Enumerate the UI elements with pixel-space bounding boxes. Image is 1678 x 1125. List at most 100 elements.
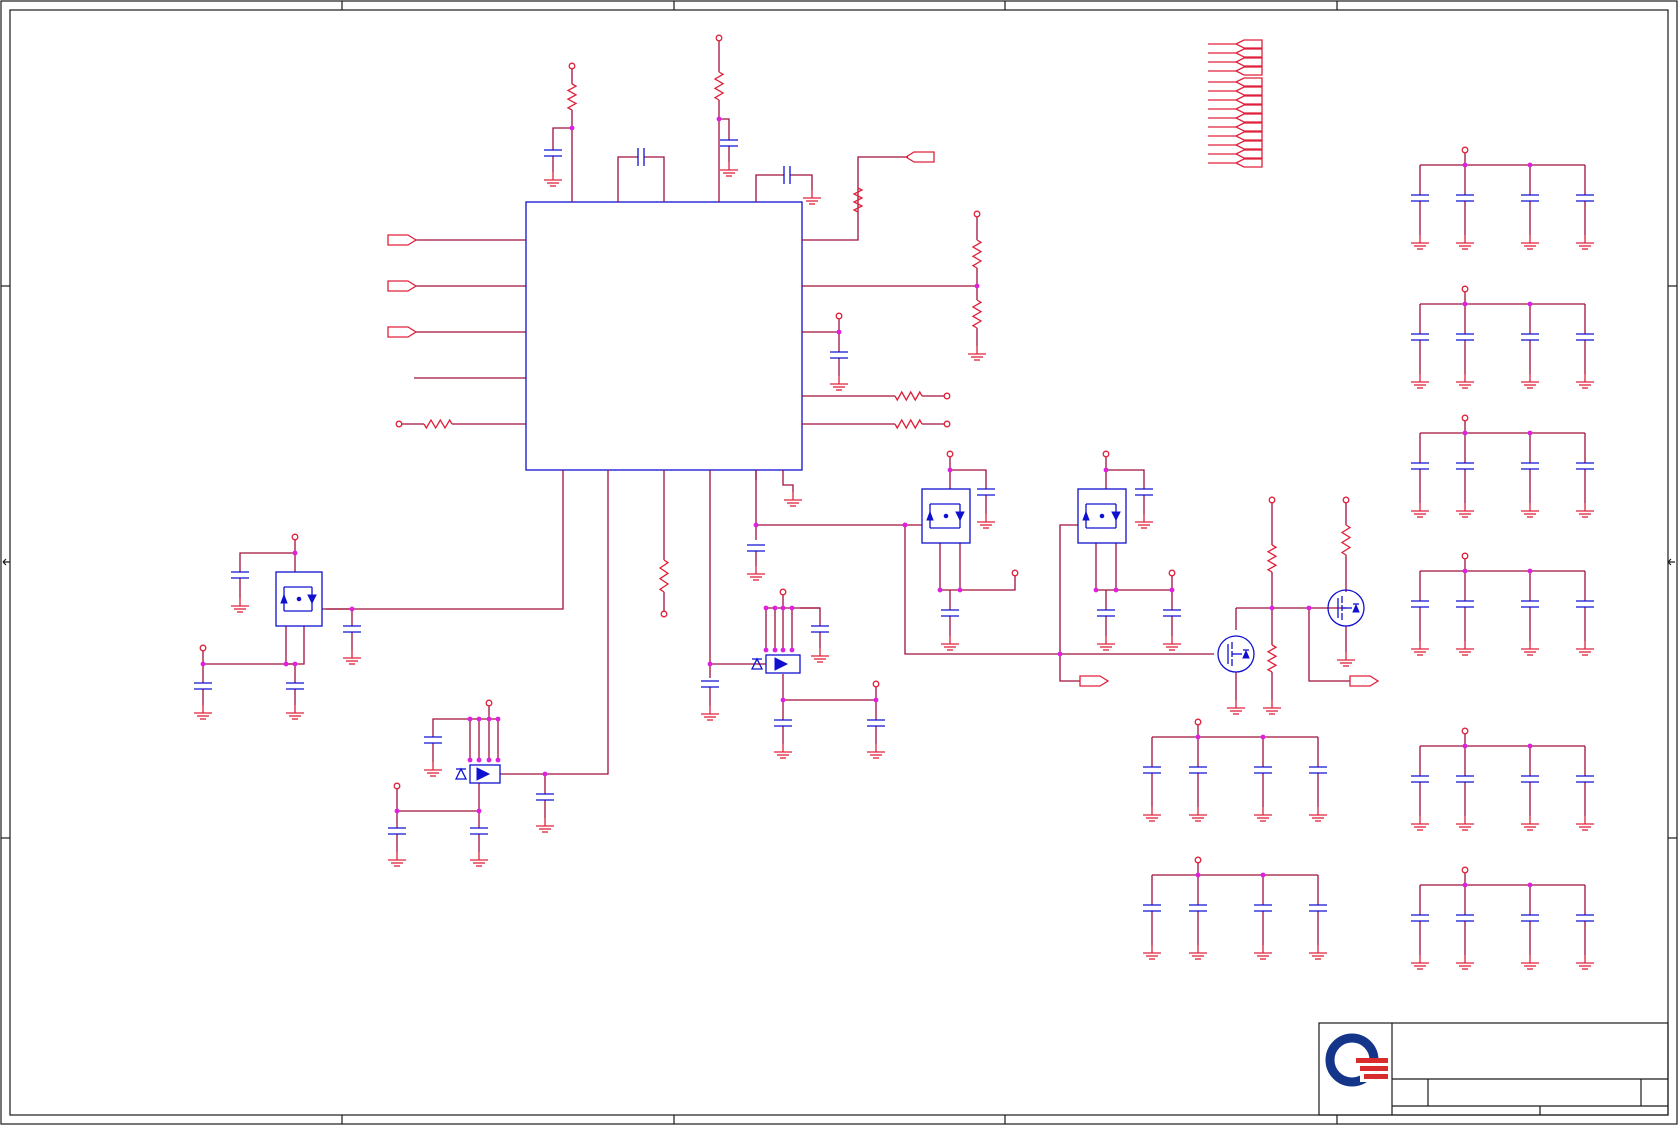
resistor-icon xyxy=(971,299,983,329)
ground-icon xyxy=(1143,807,1161,822)
junction-dot xyxy=(1462,743,1468,749)
ground-icon xyxy=(811,648,829,663)
capacitor-icon xyxy=(774,719,792,727)
power-port-icon xyxy=(568,62,576,70)
capacitor-icon xyxy=(637,148,645,166)
capacitor-icon xyxy=(194,682,212,690)
wire xyxy=(709,470,757,665)
wire xyxy=(1095,543,1117,591)
resistor-icon xyxy=(852,187,864,213)
ground-icon xyxy=(1576,641,1594,656)
junction-dot xyxy=(1527,743,1533,749)
junction-dot xyxy=(394,808,400,814)
wire xyxy=(950,469,987,489)
capacitor-icon xyxy=(286,682,304,690)
wire xyxy=(202,651,295,665)
capacitor-icon xyxy=(1254,904,1272,912)
title-block xyxy=(1318,1022,1669,1116)
resistor-icon xyxy=(1266,544,1278,573)
power-port-icon xyxy=(1461,727,1469,735)
power-port-icon xyxy=(1461,866,1469,874)
junction-dot xyxy=(486,716,492,722)
ground-icon xyxy=(1309,945,1327,960)
junction-dot xyxy=(1462,301,1468,307)
ground-icon xyxy=(1097,636,1115,651)
junction-dot xyxy=(902,522,908,528)
junction-dot xyxy=(1462,162,1468,168)
capacitor-icon xyxy=(424,736,442,744)
capacitor-icon xyxy=(1576,194,1594,202)
ground-icon xyxy=(701,706,719,721)
capacitor-icon xyxy=(1135,488,1153,496)
capacitor-icon xyxy=(1576,333,1594,341)
wire xyxy=(644,156,665,202)
junction-dot xyxy=(789,605,795,611)
capacitor-icon xyxy=(470,827,488,835)
capacitor-icon xyxy=(1521,600,1539,608)
ground-icon xyxy=(1521,955,1539,970)
power-port-icon xyxy=(973,210,981,218)
wire xyxy=(1308,608,1350,682)
ground-icon xyxy=(941,636,959,651)
wire xyxy=(802,188,859,241)
sheet-border-outer xyxy=(0,0,1678,1125)
ground-icon xyxy=(1411,955,1429,970)
junction-dot xyxy=(789,647,795,653)
capacitor-icon xyxy=(1576,600,1594,608)
capacitor-icon xyxy=(811,625,829,633)
ground-icon xyxy=(1456,641,1474,656)
wire xyxy=(326,470,564,610)
capacitor-icon xyxy=(1456,462,1474,470)
capacitor-icon xyxy=(231,571,249,579)
junction-dot xyxy=(974,283,980,289)
power-port-icon xyxy=(943,420,951,428)
ground-icon xyxy=(343,650,361,665)
ground-icon xyxy=(1143,945,1161,960)
junction-dot xyxy=(1527,301,1533,307)
junction-dot xyxy=(1306,605,1312,611)
capacitor-icon xyxy=(1189,904,1207,912)
net-flag-icon xyxy=(904,151,935,163)
junction-dot xyxy=(467,757,473,763)
capacitor-icon xyxy=(1521,775,1539,783)
ground-icon xyxy=(747,566,765,581)
schematic-sheet xyxy=(0,0,1678,1125)
power-port-icon xyxy=(395,420,403,428)
power-port-icon xyxy=(1194,856,1202,864)
junction-dot xyxy=(476,757,482,763)
capacitor-icon xyxy=(1163,609,1181,617)
capacitor-icon xyxy=(1411,914,1429,922)
junction-dot xyxy=(1260,872,1266,878)
capacitor-icon xyxy=(1521,333,1539,341)
junction-dot xyxy=(1527,882,1533,888)
capacitor-icon xyxy=(701,680,719,688)
resistor-icon xyxy=(1340,524,1352,556)
junction-dot xyxy=(780,697,786,703)
junction-dot xyxy=(1462,568,1468,574)
ground-icon xyxy=(1411,503,1429,518)
power-port-icon xyxy=(1461,285,1469,293)
wire xyxy=(1106,469,1145,489)
wire xyxy=(790,174,813,190)
power-port-icon xyxy=(946,450,954,458)
ground-icon xyxy=(1189,945,1207,960)
wire xyxy=(285,626,305,665)
capacitor-icon xyxy=(941,609,959,617)
power-port-icon xyxy=(291,533,299,541)
junction-dot xyxy=(1113,587,1119,593)
ground-icon xyxy=(231,598,249,613)
ground-icon xyxy=(1521,374,1539,389)
power-port-icon xyxy=(1194,718,1202,726)
ground-icon xyxy=(536,818,554,833)
junction-dot xyxy=(292,550,298,556)
capacitor-icon xyxy=(1456,333,1474,341)
ground-icon xyxy=(1521,503,1539,518)
power-port-icon xyxy=(715,34,723,42)
junction-dot xyxy=(1260,734,1266,740)
ground-icon xyxy=(1337,652,1355,667)
power-port-icon xyxy=(1461,146,1469,154)
junction-dot xyxy=(937,587,943,593)
ground-icon xyxy=(1411,374,1429,389)
net-flag-icon xyxy=(387,326,418,338)
resistor-icon xyxy=(894,418,923,430)
